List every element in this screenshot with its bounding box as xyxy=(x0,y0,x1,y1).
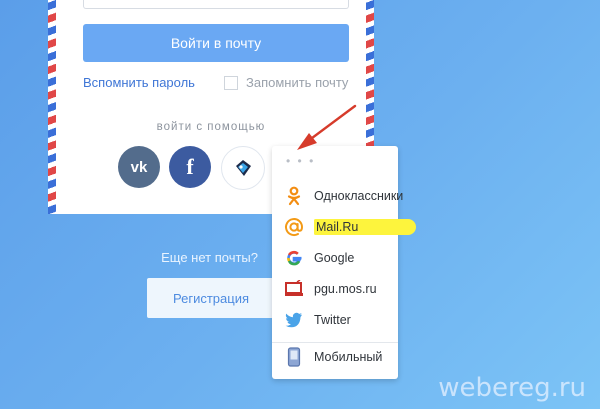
facebook-icon: f xyxy=(186,154,194,179)
watermark-text: webereg.ru xyxy=(438,373,586,403)
providers-dropdown: • • • Одноклассники Mail.Ru Google pgu.m… xyxy=(272,146,417,379)
provider-label: Одноклассники xyxy=(314,189,404,203)
mailru-at-icon xyxy=(284,217,304,237)
twitter-icon xyxy=(284,310,304,330)
provider-google[interactable]: Google xyxy=(284,245,354,271)
mos-ru-icon xyxy=(236,160,251,176)
more-providers-button[interactable] xyxy=(221,146,265,190)
login-with-label: войти с помощью xyxy=(156,121,266,133)
provider-label: Мобильный xyxy=(314,350,383,364)
provider-label: pgu.mos.ru xyxy=(314,282,377,296)
no-mail-prompt: Еще нет почты? xyxy=(161,250,258,265)
email-input[interactable] xyxy=(83,0,349,9)
register-button[interactable]: Регистрация xyxy=(147,278,275,318)
odnoklassniki-icon xyxy=(284,186,304,206)
provider-mobile[interactable]: Мобильный xyxy=(284,344,382,370)
mobile-phone-icon xyxy=(284,347,304,367)
provider-twitter[interactable]: Twitter xyxy=(284,307,351,333)
provider-mailru[interactable]: Mail.Ru xyxy=(284,214,417,240)
dropdown-divider xyxy=(272,342,398,343)
facebook-login-button[interactable]: f xyxy=(169,146,211,188)
provider-label: Twitter xyxy=(314,313,351,327)
provider-pgu-mos-ru[interactable]: pgu.mos.ru xyxy=(284,276,377,302)
remember-label: Запомнить почту xyxy=(246,75,349,90)
remember-checkbox[interactable] xyxy=(224,75,238,90)
forgot-password-link[interactable]: Вспомнить пароль xyxy=(83,75,195,90)
provider-odnoklassniki[interactable]: Одноклассники xyxy=(284,183,403,209)
remember-email[interactable]: Запомнить почту xyxy=(224,75,348,90)
google-icon xyxy=(284,248,304,268)
provider-label: Google xyxy=(314,251,355,265)
vk-icon: vk xyxy=(130,158,148,176)
pgu-mos-ru-icon xyxy=(284,279,304,299)
provider-label: Mail.Ru xyxy=(314,219,417,235)
more-dots-icon: • • • xyxy=(286,154,316,168)
login-button[interactable]: Войти в почту xyxy=(83,24,349,62)
vk-login-button[interactable]: vk xyxy=(118,146,160,188)
airmail-border-left xyxy=(48,0,56,214)
